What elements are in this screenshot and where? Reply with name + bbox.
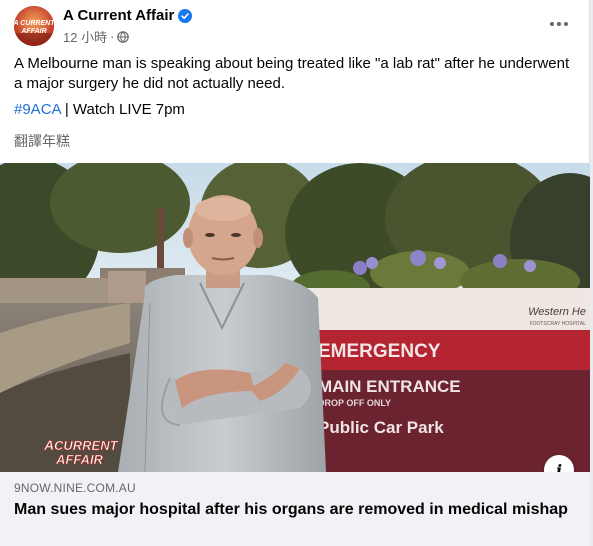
link-preview-image[interactable]: Western He FOOTSCRAY HOSPITAL EMERGENCY …: [0, 163, 590, 472]
hospital-scene-image: Western He FOOTSCRAY HOSPITAL EMERGENCY …: [0, 163, 590, 472]
post-timestamp[interactable]: 12 小時: [63, 27, 107, 46]
svg-text:AFFAIR: AFFAIR: [20, 28, 46, 35]
link-preview[interactable]: 9NOW.NINE.COM.AU Man sues major hospital…: [0, 472, 590, 546]
svg-text:AFFAIR: AFFAIR: [55, 452, 104, 467]
post-meta: 12 小時 ·: [63, 27, 130, 46]
svg-text:CURRENT: CURRENT: [54, 438, 119, 453]
tag-suffix: | Watch LIVE 7pm: [60, 101, 185, 118]
avatar[interactable]: A CURRENT AFFAIR: [14, 6, 54, 46]
sign-sub: FOOTSCRAY HOSPITAL: [530, 321, 587, 327]
sign-drop-off: DROP OFF ONLY: [318, 398, 391, 408]
post-tag-line: #9ACA | Watch LIVE 7pm: [14, 100, 185, 120]
post-message: A Melbourne man is speaking about being …: [14, 55, 570, 92]
sign-emergency: EMERGENCY: [318, 341, 441, 362]
hashtag-link[interactable]: #9ACA: [14, 101, 61, 118]
link-domain: 9NOW.NINE.COM.AU: [14, 481, 136, 495]
svg-text:A: A: [43, 437, 54, 453]
page-name-row: A Current Affair: [63, 7, 193, 24]
see-translation-link[interactable]: 翻譯年糕: [14, 131, 70, 151]
verified-badge-icon: [178, 8, 193, 23]
link-title[interactable]: Man sues major hospital after his organs…: [14, 500, 574, 520]
sign-main-entrance: MAIN ENTRANCE: [318, 377, 461, 396]
meta-separator: ·: [110, 29, 115, 44]
more-dots-icon[interactable]: [544, 12, 574, 36]
sign-car-park: Public Car Park: [318, 418, 444, 437]
sign-brand: Western He: [528, 306, 586, 318]
post-header: A CURRENT AFFAIR A Current Affair 12 小時 …: [14, 6, 584, 46]
aca-logo-icon: A CURRENT AFFAIR: [14, 6, 54, 46]
post-card: A CURRENT AFFAIR A Current Affair 12 小時 …: [0, 0, 590, 546]
svg-text:A CURRENT: A CURRENT: [14, 20, 54, 27]
page-name[interactable]: A Current Affair: [63, 7, 174, 24]
globe-icon[interactable]: [117, 30, 130, 43]
